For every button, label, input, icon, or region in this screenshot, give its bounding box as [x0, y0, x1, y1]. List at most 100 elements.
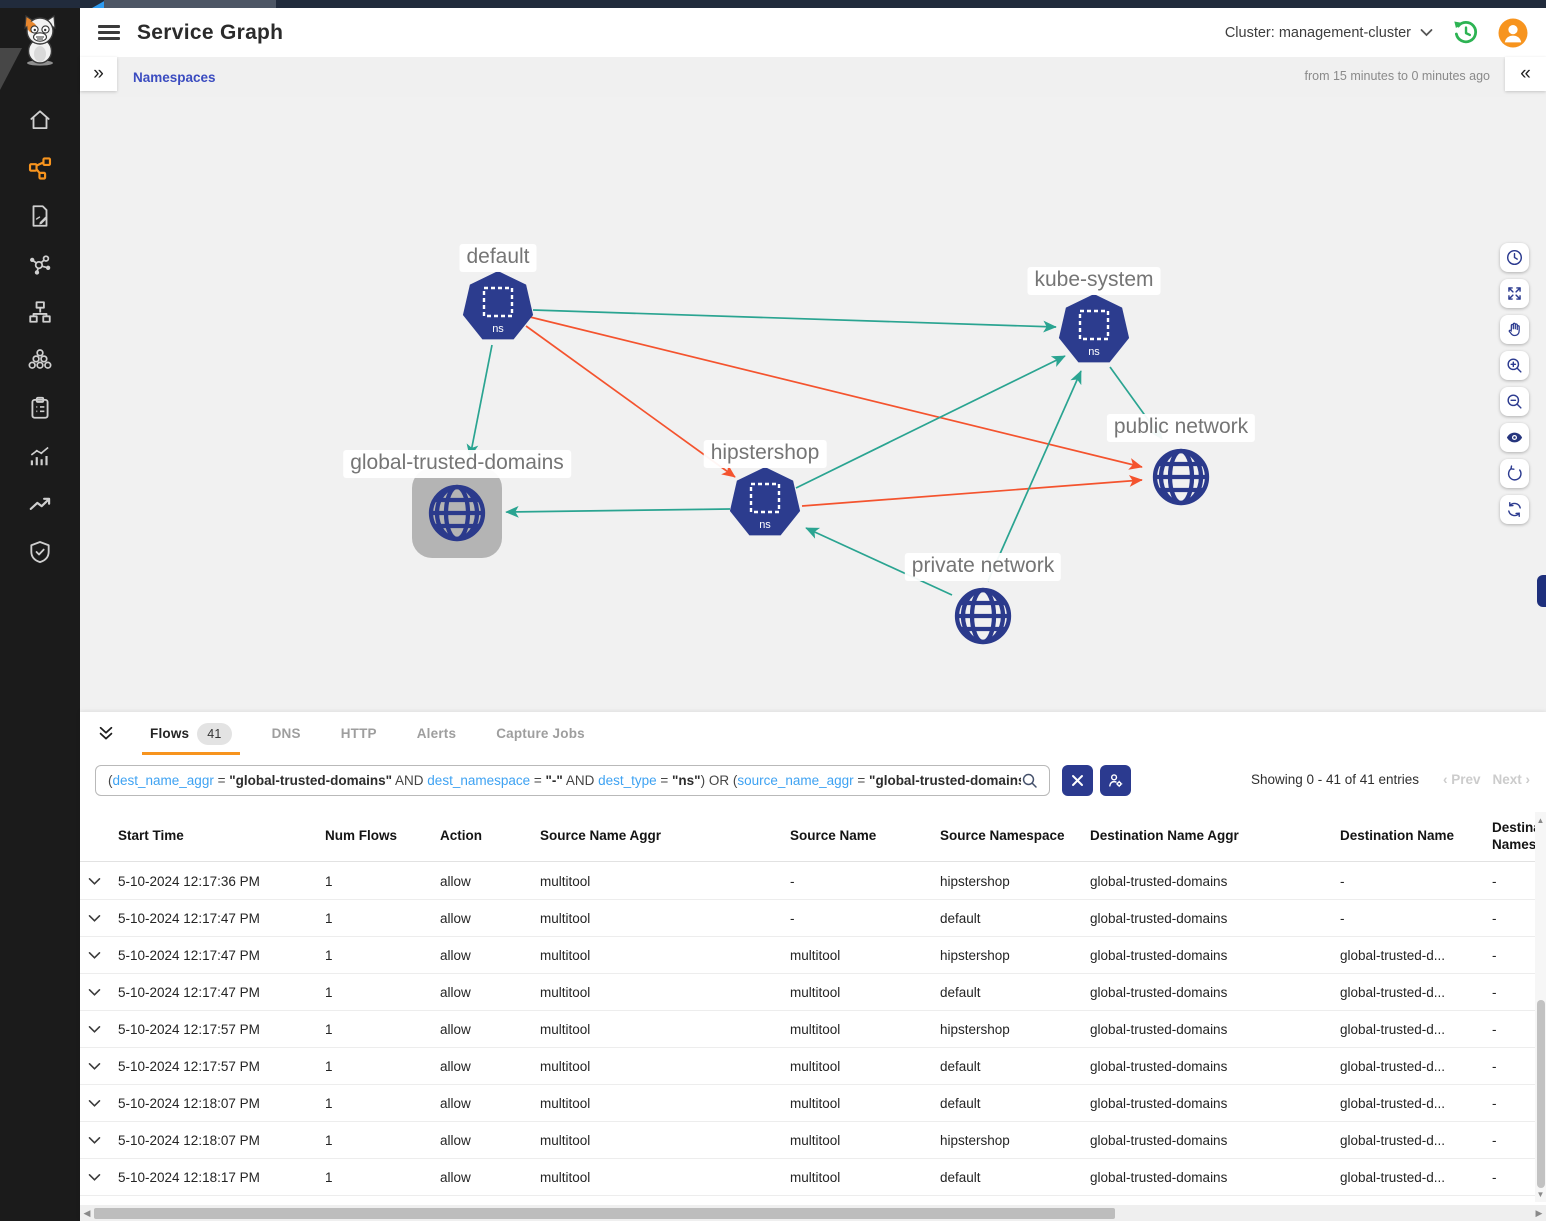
menu-icon[interactable] [98, 21, 120, 43]
eye-icon [1505, 428, 1524, 447]
sidebar-item-home[interactable] [0, 96, 80, 144]
table-row[interactable]: 5-10-2024 12:17:47 PM1allowmultitoolmult… [80, 974, 1546, 1011]
side-drawer-handle[interactable] [1537, 575, 1546, 607]
prev-button[interactable]: ‹ Prev [1443, 772, 1481, 787]
graph-edge[interactable] [506, 509, 730, 512]
scroll-down-arrow[interactable]: ▼ [1535, 1188, 1546, 1200]
table-cell: multitool [790, 948, 940, 963]
graph-node-default[interactable]: ns [463, 271, 533, 339]
table-row[interactable]: 5-10-2024 12:17:47 PM1allowmultitool-def… [80, 900, 1546, 937]
vertical-scrollbar[interactable]: ▲ ▼ [1535, 812, 1546, 1202]
sidebar-item-clusters[interactable] [0, 336, 80, 384]
table-cell: allow [440, 1022, 540, 1037]
horizontal-scrollbar[interactable]: ◀ ▶ [80, 1205, 1546, 1221]
graph-edge[interactable] [988, 371, 1081, 581]
filter-query-input[interactable]: (dest_name_aggr = "global-trusted-domain… [95, 765, 1050, 796]
column-header-source-name-aggr[interactable]: Source Name Aggr [540, 828, 790, 845]
next-button[interactable]: Next › [1492, 772, 1530, 787]
table-cell: multitool [540, 1170, 790, 1185]
tab-dns[interactable]: DNS [252, 712, 321, 755]
refresh-icon [1505, 500, 1524, 519]
service-graph-canvas[interactable]: nsnsnsdefaultkube-systemhipstershopgloba… [80, 97, 1546, 712]
pan-button[interactable] [1500, 315, 1529, 344]
ns-badge: ns [1088, 346, 1100, 358]
breadcrumb[interactable]: Namespaces [133, 70, 216, 85]
tab-alerts[interactable]: Alerts [397, 712, 476, 755]
compliance-icon [27, 395, 53, 421]
row-expand-chevron-icon[interactable] [88, 877, 101, 886]
expand-icon [1505, 284, 1524, 303]
clear-filter-button[interactable] [1062, 765, 1093, 796]
sidebar-item-compliance[interactable] [0, 384, 80, 432]
sidebar-item-trends[interactable] [0, 480, 80, 528]
graph-node-global-trusted-domains[interactable] [412, 468, 502, 558]
column-header-source-name[interactable]: Source Name [790, 828, 940, 845]
visibility-button[interactable] [1500, 423, 1529, 452]
history-icon[interactable] [1451, 18, 1480, 47]
tab-http[interactable]: HTTP [321, 712, 397, 755]
table-row[interactable]: 5-10-2024 12:18:07 PM1allowmultitoolmult… [80, 1085, 1546, 1122]
graph-edge[interactable] [533, 310, 1056, 327]
column-header-destination-name[interactable]: Destination Name [1340, 828, 1492, 845]
table-row[interactable]: 5-10-2024 12:18:17 PM1allowmultitoolmult… [80, 1159, 1546, 1196]
panel-collapse-button[interactable]: « [1505, 57, 1546, 91]
row-expand-chevron-icon[interactable] [88, 1099, 101, 1108]
graph-node-public-network[interactable] [1155, 451, 1207, 503]
scroll-up-arrow[interactable]: ▲ [1535, 814, 1546, 826]
tab-flows[interactable]: Flows41 [130, 712, 252, 755]
timeline-button[interactable] [1500, 243, 1529, 272]
tab-capture-jobs[interactable]: Capture Jobs [476, 712, 605, 755]
table-cell: 1 [325, 1096, 440, 1111]
table-cell: default [940, 1059, 1090, 1074]
graph-edge[interactable] [796, 356, 1065, 488]
graph-edge[interactable] [802, 480, 1142, 506]
customize-columns-button[interactable] [1100, 765, 1131, 796]
sidebar-item-network-sets[interactable] [0, 240, 80, 288]
column-header-num-flows[interactable]: Num Flows [325, 828, 440, 845]
policies-icon [27, 203, 53, 229]
table-row[interactable]: 5-10-2024 12:17:57 PM1allowmultitoolmult… [80, 1011, 1546, 1048]
row-expand-chevron-icon[interactable] [88, 1062, 101, 1071]
panel-expand-button[interactable]: » [80, 57, 117, 91]
column-header-source-namespace[interactable]: Source Namespace [940, 828, 1090, 845]
horizontal-scroll-thumb[interactable] [94, 1208, 1115, 1219]
row-expand-chevron-icon[interactable] [88, 914, 101, 923]
table-cell: 1 [325, 1022, 440, 1037]
sidebar-item-activity[interactable] [0, 432, 80, 480]
column-header-action[interactable]: Action [440, 828, 540, 845]
table-cell: multitool [790, 985, 940, 1000]
vertical-scroll-thumb[interactable] [1537, 1000, 1545, 1188]
undo-button[interactable] [1500, 459, 1529, 488]
fit-view-button[interactable] [1500, 279, 1529, 308]
row-expand-chevron-icon[interactable] [88, 1173, 101, 1182]
table-row[interactable]: 5-10-2024 12:18:07 PM1allowmultitoolmult… [80, 1122, 1546, 1159]
graph-edge[interactable] [530, 317, 1142, 467]
graph-node-kube-system[interactable]: ns [1059, 294, 1129, 362]
zoom-in-button[interactable] [1500, 351, 1529, 380]
graph-node-private-network[interactable] [957, 590, 1009, 642]
column-header-destination-name-aggr[interactable]: Destination Name Aggr [1090, 828, 1340, 845]
sidebar-item-service-graph[interactable] [0, 144, 80, 192]
user-avatar[interactable] [1498, 18, 1528, 48]
sidebar-item-nodes[interactable] [0, 288, 80, 336]
row-expand-chevron-icon[interactable] [88, 1136, 101, 1145]
cluster-selector[interactable]: Cluster: management-cluster [1225, 25, 1433, 41]
table-cell: multitool [540, 874, 790, 889]
sidebar-item-threat-defense[interactable] [0, 528, 80, 576]
graph-edge[interactable] [470, 345, 492, 457]
table-row[interactable]: 5-10-2024 12:17:57 PM1allowmultitoolmult… [80, 1048, 1546, 1085]
collapse-panel-button[interactable] [96, 724, 116, 744]
refresh-button[interactable] [1500, 495, 1529, 524]
page-title: Service Graph [137, 21, 283, 45]
row-expand-chevron-icon[interactable] [88, 951, 101, 960]
table-row[interactable]: 5-10-2024 12:17:36 PM1allowmultitool-hip… [80, 863, 1546, 900]
row-expand-chevron-icon[interactable] [88, 1025, 101, 1034]
zoom-out-button[interactable] [1500, 387, 1529, 416]
row-expand-chevron-icon[interactable] [88, 988, 101, 997]
column-header-start-time[interactable]: Start Time [118, 828, 325, 845]
table-row[interactable]: 5-10-2024 12:17:47 PM1allowmultitoolmult… [80, 937, 1546, 974]
graph-node-hipstershop[interactable]: ns [730, 467, 800, 535]
sidebar-item-policies[interactable] [0, 192, 80, 240]
scroll-left-arrow[interactable]: ◀ [80, 1205, 94, 1221]
scroll-right-arrow[interactable]: ▶ [1532, 1205, 1546, 1221]
